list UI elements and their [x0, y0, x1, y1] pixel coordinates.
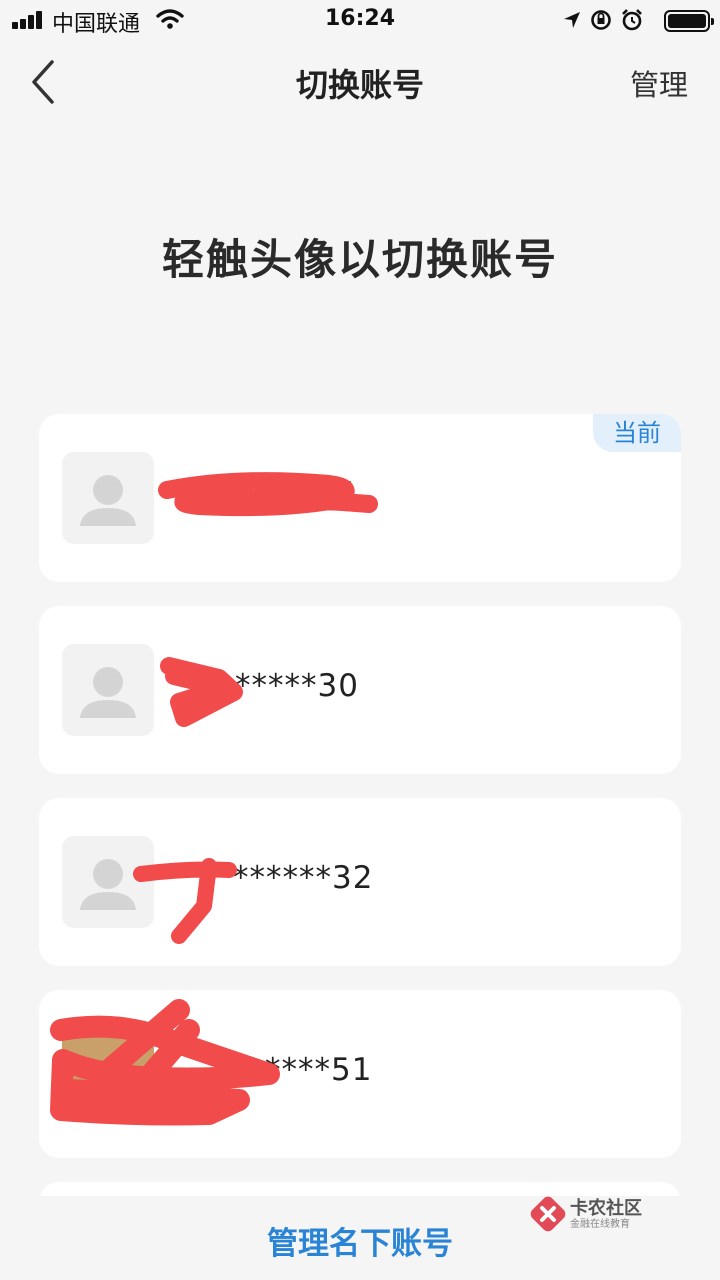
account-card[interactable]: ******32 [39, 798, 681, 966]
account-list: 1 当前 *****30 ******32 ****51 [39, 414, 681, 1182]
battery-icon [664, 10, 714, 32]
account-card[interactable]: ****51 [39, 990, 681, 1158]
account-id: *****30 [235, 668, 359, 704]
account-card[interactable]: 1 当前 [39, 414, 681, 582]
avatar[interactable] [62, 1028, 154, 1120]
rotation-lock-icon [591, 10, 611, 30]
account-id: 1 [339, 476, 360, 512]
alarm-icon [622, 9, 642, 31]
switch-hint-text: 轻触头像以切换账号 [161, 235, 558, 284]
watermark-subtitle: 金融在线教育 [570, 1219, 630, 1230]
avatar[interactable] [62, 452, 154, 544]
watermark: 卡农社区 金融在线教育 [530, 1194, 660, 1234]
chevron-left-icon [32, 60, 54, 104]
account-card[interactable]: *****30 [39, 606, 681, 774]
manage-button[interactable]: 管理 [630, 62, 688, 104]
default-user-icon [80, 859, 136, 910]
default-user-icon [80, 667, 136, 718]
kanong-logo-icon [530, 1196, 566, 1232]
avatar[interactable] [62, 644, 154, 736]
default-user-icon [80, 475, 136, 526]
account-id: ******32 [233, 860, 374, 896]
back-button[interactable] [24, 58, 64, 106]
page-title: 切换账号 [295, 66, 424, 104]
current-account-badge: 当前 [593, 414, 681, 452]
status-icons [560, 8, 714, 32]
bottom-bar: 管理名下账号 卡农社区 金融在线教育 [0, 1196, 720, 1280]
avatar[interactable] [62, 836, 154, 928]
account-id: ****51 [265, 1052, 373, 1088]
status-bar: 中国联通 16:24 [0, 0, 720, 40]
navigation-bar: 切换账号 管理 [0, 40, 720, 124]
location-arrow-icon [564, 12, 580, 28]
